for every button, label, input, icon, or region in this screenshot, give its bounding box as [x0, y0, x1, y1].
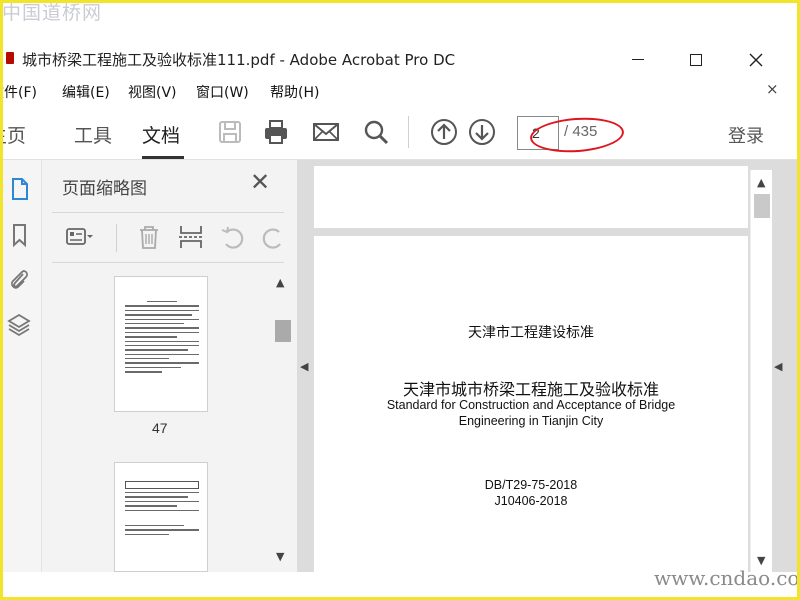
panel-divider-2: [52, 262, 284, 263]
scroll-up-icon[interactable]: ▲: [757, 176, 765, 189]
bookmark-icon[interactable]: [6, 222, 32, 248]
document-title-en-1: Standard for Construction and Acceptance…: [386, 398, 676, 412]
layers-icon[interactable]: [6, 312, 32, 338]
minimize-button[interactable]: [616, 42, 660, 76]
panel-divider: [52, 212, 284, 213]
print-icon[interactable]: [262, 118, 290, 146]
search-icon[interactable]: [362, 118, 390, 146]
title-bar: 城市桥梁工程施工及验收标准111.pdf - Adobe Acrobat Pro…: [0, 40, 800, 78]
close-panel-button[interactable]: ✕: [250, 168, 270, 196]
panel-scroll-thumb[interactable]: [275, 320, 291, 342]
tab-document[interactable]: 文档: [142, 121, 180, 148]
maximize-button[interactable]: [674, 42, 718, 76]
save-icon[interactable]: [216, 118, 244, 146]
thumbnail-panel: 页面缩略图 ✕ 47 ▲ ▼: [42, 160, 298, 572]
acrobat-app-icon: [6, 52, 14, 64]
pdf-page: 天津市工程建设标准 天津市城市桥梁工程施工及验收标准 Standard for …: [314, 236, 748, 572]
toolbar-separator: [408, 116, 409, 148]
watermark-top: 中国道桥网: [2, 2, 103, 24]
collapse-left-panel-icon[interactable]: ◀: [300, 360, 308, 373]
document-title-cn: 天津市城市桥梁工程施工及验收标准: [402, 380, 659, 399]
tab-tools[interactable]: 工具: [74, 121, 112, 148]
login-button[interactable]: 登录: [728, 122, 764, 148]
menu-help[interactable]: 帮助(H): [270, 82, 319, 102]
mail-icon[interactable]: [312, 118, 340, 146]
rotate-left-icon[interactable]: [218, 222, 248, 252]
document-scroll-thumb[interactable]: [754, 194, 770, 218]
minimize-icon: [632, 58, 644, 61]
close-icon: [749, 53, 763, 66]
active-tab-indicator: [142, 156, 184, 159]
document-view: ◀ 天津市工程建设标准 天津市城市桥梁工程施工及验收标准 Standard fo…: [298, 160, 800, 572]
page-thumbnails-icon[interactable]: [6, 176, 32, 202]
panel-toolbar-separator: [116, 224, 117, 252]
panel-scrollbar[interactable]: ▲ ▼: [274, 272, 292, 572]
scroll-down-icon[interactable]: ▼: [276, 550, 284, 563]
expand-right-panel-icon[interactable]: ◀: [774, 360, 782, 373]
prev-page-icon[interactable]: [430, 118, 458, 146]
window-title: 城市桥梁工程施工及验收标准111.pdf - Adobe Acrobat Pro…: [22, 51, 456, 69]
main-toolbar: 主页 工具 文档 2 / 435 登录: [0, 104, 800, 160]
close-document-button[interactable]: ×: [766, 80, 779, 98]
delete-icon[interactable]: [134, 222, 164, 252]
rotate-right-icon[interactable]: [258, 222, 288, 252]
menu-window[interactable]: 窗口(W): [196, 82, 249, 102]
menu-bar: 文件(F) 编辑(E) 视图(V) 窗口(W) 帮助(H) ×: [0, 78, 800, 102]
scroll-up-icon[interactable]: ▲: [276, 276, 284, 289]
options-icon[interactable]: [64, 222, 94, 252]
attachment-icon[interactable]: [6, 266, 32, 292]
previous-page-bottom: [314, 166, 748, 228]
standard-code: DB/T29-75-2018: [484, 478, 578, 492]
watermark-bottom: www.cndao.com: [654, 566, 800, 590]
thumbnail-text-preview: [125, 481, 199, 538]
tab-home[interactable]: 主页: [0, 121, 26, 148]
menu-view[interactable]: 视图(V): [128, 82, 177, 102]
panel-title: 页面缩略图: [62, 179, 147, 199]
thumbnail-page-label: 47: [152, 420, 168, 436]
standard-category: 天津市工程建设标准: [468, 325, 594, 341]
maximize-icon: [690, 53, 702, 66]
page-thumbnail[interactable]: [114, 462, 208, 572]
menu-file[interactable]: 文件(F): [0, 82, 37, 102]
document-title-en-2: Engineering in Tianjin City: [458, 414, 604, 428]
page-thumbnail[interactable]: [114, 276, 208, 412]
next-page-icon[interactable]: [468, 118, 496, 146]
filing-code: J10406-2018: [494, 494, 568, 508]
document-scrollbar[interactable]: ▲ ▼: [750, 170, 772, 572]
thumbnail-text-preview: [125, 301, 199, 376]
menu-edit[interactable]: 编辑(E): [62, 82, 110, 102]
close-window-button[interactable]: [734, 42, 778, 76]
navigation-rail: [0, 160, 42, 572]
insert-icon[interactable]: [176, 222, 206, 252]
